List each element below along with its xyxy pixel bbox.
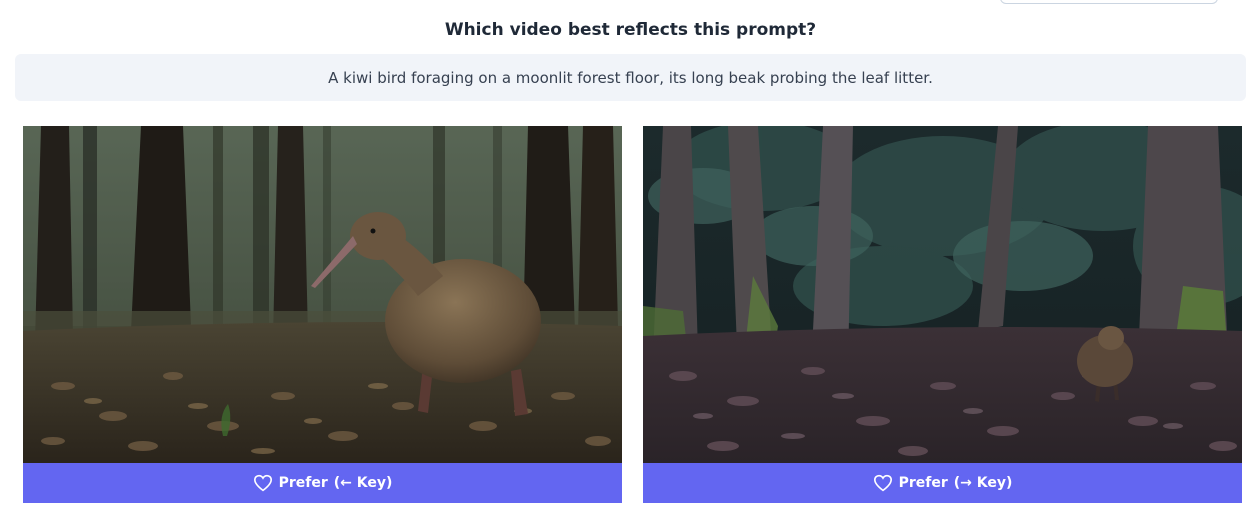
video-player-right[interactable] (643, 126, 1242, 463)
prefer-label-right: Prefer (898, 475, 948, 491)
prompt-text: A kiwi bird foraging on a moonlit forest… (328, 68, 933, 87)
video-player-left[interactable] (23, 126, 622, 463)
video-card-left: Prefer (← Key) (23, 126, 622, 504)
heart-outline-icon (873, 474, 892, 492)
question-heading: Which video best reflects this prompt? (444, 20, 817, 40)
prefer-label-left: Prefer (278, 475, 328, 491)
heart-outline-icon (253, 474, 272, 492)
top-right-control[interactable] (1000, 0, 1218, 4)
video-frame-right (643, 126, 1242, 463)
prefer-button-left[interactable]: Prefer (← Key) (23, 463, 622, 503)
prefer-button-right[interactable]: Prefer (→ Key) (643, 463, 1242, 503)
prompt-box: A kiwi bird foraging on a moonlit forest… (15, 54, 1246, 101)
video-card-right: Prefer (→ Key) (643, 126, 1242, 504)
video-frame-left (23, 126, 622, 463)
key-hint-left: (← Key) (333, 475, 393, 491)
key-hint-right: (→ Key) (953, 475, 1013, 491)
